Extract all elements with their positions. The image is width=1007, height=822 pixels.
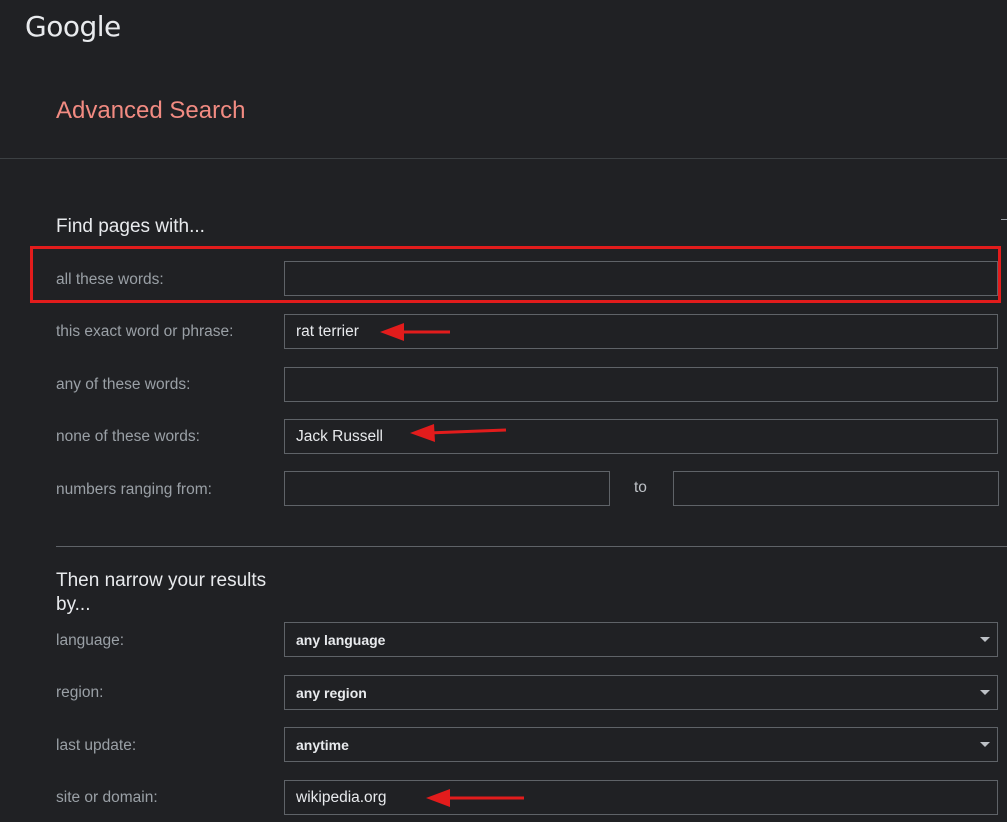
none-words-label: none of these words:	[56, 428, 200, 445]
region-label: region:	[56, 684, 104, 701]
narrow-section-title: Then narrow your results by...	[56, 570, 267, 615]
advanced-search-page: Google Advanced Search Find pages with..…	[0, 0, 1007, 822]
highlight-box	[30, 246, 1001, 303]
site-domain-label: site or domain:	[56, 789, 158, 806]
numbers-from-input[interactable]	[284, 471, 610, 506]
google-logo[interactable]: Google	[25, 10, 121, 43]
chevron-down-icon	[980, 637, 990, 642]
region-selected: any region	[296, 684, 367, 701]
last-update-label: last update:	[56, 737, 137, 754]
any-words-label: any of these words:	[56, 376, 191, 393]
arrow-left-icon	[410, 420, 508, 442]
chevron-down-icon	[980, 742, 990, 747]
numbers-range-label: numbers ranging from:	[56, 481, 212, 498]
exact-phrase-label: this exact word or phrase:	[56, 323, 234, 340]
any-words-input[interactable]	[284, 367, 998, 402]
last-update-selected: anytime	[296, 736, 349, 753]
region-select[interactable]: any region	[284, 675, 998, 710]
arrow-left-icon	[380, 321, 452, 343]
language-selected: any language	[296, 631, 386, 648]
find-section-title: Find pages with...	[56, 216, 205, 237]
arrow-left-icon	[426, 786, 526, 808]
none-words-input[interactable]: Jack Russell	[284, 419, 998, 454]
chevron-down-icon	[980, 690, 990, 695]
last-update-select[interactable]: anytime	[284, 727, 998, 762]
site-domain-input[interactable]: wikipedia.org	[284, 780, 998, 815]
header-divider	[0, 158, 1007, 159]
language-select[interactable]: any language	[284, 622, 998, 657]
numbers-to-input[interactable]	[673, 471, 999, 506]
section-divider	[56, 546, 1007, 547]
numbers-to-label: to	[634, 479, 647, 496]
page-title: Advanced Search	[56, 97, 246, 124]
edge-mark	[1001, 219, 1007, 220]
language-label: language:	[56, 632, 125, 649]
